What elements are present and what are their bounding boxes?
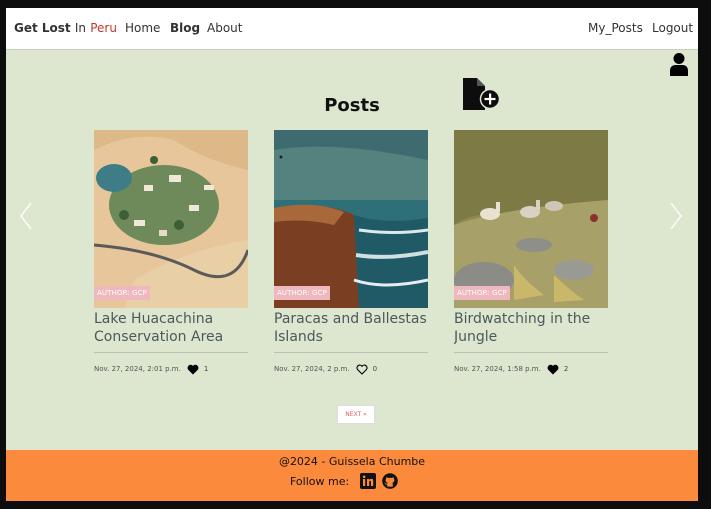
user-icon[interactable]: [669, 52, 689, 76]
footer-credit: @2024 - Guissela Chumbe: [278, 455, 426, 468]
nav-logout-link[interactable]: Logout: [652, 21, 693, 35]
post-meta: Nov. 27, 2024, 2:01 p.m. 1: [94, 363, 248, 375]
next-page-button[interactable]: NEXT »: [337, 405, 375, 424]
post-title[interactable]: Lake Huacachina Conservation Area: [94, 309, 248, 346]
coastal-cliff-image[interactable]: AUTHOR: GCP: [274, 130, 428, 308]
alpaca-hillside-image[interactable]: AUTHOR: GCP: [454, 130, 608, 308]
heart-icon[interactable]: [547, 364, 559, 375]
heart-icon[interactable]: [356, 364, 368, 375]
heart-icon[interactable]: [187, 364, 199, 375]
browser-viewport: Get Lost In Peru Home Blog About My_Post…: [6, 8, 698, 501]
brand-peru: Peru: [90, 21, 117, 35]
page-title: Posts: [324, 95, 380, 116]
desert-oasis-image[interactable]: AUTHOR: GCP: [94, 130, 248, 308]
nav-my-posts-link[interactable]: My_Posts: [588, 21, 643, 35]
chevron-left-icon[interactable]: [18, 200, 34, 232]
author-badge: AUTHOR: GCP: [94, 286, 150, 300]
post-date: Nov. 27, 2024, 1:58 p.m.: [454, 365, 541, 373]
post-title[interactable]: Birdwatching in the Jungle: [454, 309, 608, 346]
footer-follow-label: Follow me:: [290, 475, 350, 488]
nav-about-link[interactable]: About: [207, 21, 242, 35]
post-meta: Nov. 27, 2024, 1:58 p.m. 2: [454, 363, 608, 375]
post-card[interactable]: AUTHOR: GCP Paracas and Ballestas Island…: [274, 130, 428, 375]
post-date: Nov. 27, 2024, 2 p.m.: [274, 365, 350, 373]
linkedin-icon[interactable]: [360, 473, 376, 489]
github-icon[interactable]: [382, 473, 398, 489]
brand-logo[interactable]: Get Lost In Peru: [14, 21, 117, 35]
like-count: 0: [372, 365, 378, 373]
navbar: Get Lost In Peru Home Blog About My_Post…: [6, 8, 698, 50]
divider: [454, 352, 608, 353]
nav-home-link[interactable]: Home: [125, 21, 160, 35]
footer: @2024 - Guissela Chumbe Follow me:: [6, 450, 698, 501]
author-badge: AUTHOR: GCP: [274, 286, 330, 300]
brand-main: Get Lost: [14, 21, 71, 35]
chevron-right-icon[interactable]: [668, 200, 684, 232]
post-title[interactable]: Paracas and Ballestas Islands: [274, 309, 428, 346]
author-badge: AUTHOR: GCP: [454, 286, 510, 300]
divider: [274, 352, 428, 353]
divider: [94, 352, 248, 353]
nav-blog-link[interactable]: Blog: [170, 21, 200, 35]
post-card[interactable]: AUTHOR: GCP Lake Huacachina Conservation…: [94, 130, 248, 375]
post-meta: Nov. 27, 2024, 2 p.m. 0: [274, 363, 428, 375]
like-count: 1: [203, 365, 209, 373]
brand-in: In: [74, 21, 87, 35]
post-card[interactable]: AUTHOR: GCP Birdwatching in the Jungle N…: [454, 130, 608, 375]
like-count: 2: [563, 365, 569, 373]
post-date: Nov. 27, 2024, 2:01 p.m.: [94, 365, 181, 373]
